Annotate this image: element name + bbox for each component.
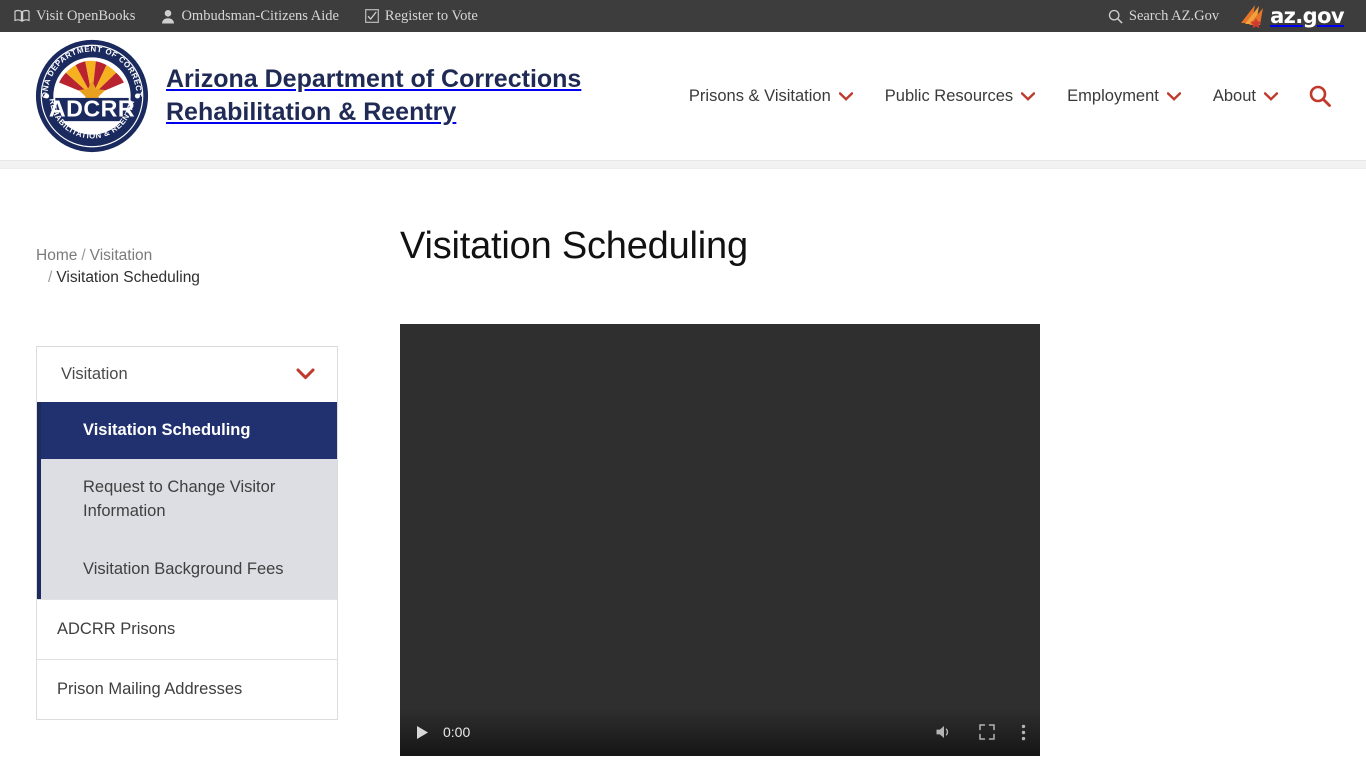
breadcrumb-current: Visitation Scheduling	[56, 269, 200, 287]
fullscreen-icon	[979, 724, 995, 740]
open-book-icon	[14, 9, 30, 23]
more-options-button[interactable]	[1021, 724, 1026, 741]
utility-right-group: Search AZ.Gov az.gov	[1108, 0, 1354, 32]
chevron-down-icon	[1166, 87, 1182, 106]
fullscreen-button[interactable]	[979, 724, 995, 740]
nav-item-about[interactable]: About	[1197, 79, 1294, 114]
left-column: Home / Visitation / Visitation Scheduling V…	[0, 169, 368, 756]
page-title: Visitation Scheduling	[400, 225, 748, 267]
azgov-wordmark: az.gov	[1270, 4, 1345, 28]
chevron-down-icon	[1263, 87, 1279, 106]
breadcrumb-visitation[interactable]: Visitation	[90, 247, 153, 264]
video-controls-right	[935, 724, 1026, 741]
play-icon	[416, 725, 429, 740]
sidebar-menu: Visitation Visitation Scheduling Request…	[36, 345, 338, 720]
site-title-line2: Rehabilitation & Reentry	[166, 98, 457, 126]
arizona-star-icon	[1239, 3, 1269, 29]
breadcrumb-separator: /	[48, 269, 53, 287]
search-azgov-link[interactable]: Search AZ.Gov	[1108, 8, 1219, 25]
adcrr-seal-logo: ADCRR ARIZONA DEPARTMENT OF CORRECTIONS …	[31, 31, 150, 154]
main-column: Visitation Scheduling 0:00	[368, 169, 1366, 756]
nav-item-label: Prisons & Visitation	[688, 86, 831, 105]
person-icon	[161, 9, 175, 24]
video-current-time: 0:00	[443, 724, 471, 740]
nav-item-label: About	[1212, 86, 1256, 105]
sidebar-item-prison-mailing-addresses[interactable]: Prison Mailing Addresses	[37, 658, 337, 719]
site-title-line1: Arizona Department of Corrections	[166, 65, 582, 93]
sidebar-item-adcrr-prisons[interactable]: ADCRR Prisons	[37, 598, 337, 659]
page-body: Home / Visitation / Visitation Scheduling V…	[0, 169, 1366, 756]
search-azgov-label: Search AZ.Gov	[1128, 7, 1220, 24]
utility-link-openbooks[interactable]: Visit OpenBooks	[14, 8, 135, 25]
header-bottom-rule	[0, 160, 1366, 169]
video-player[interactable]: 0:00	[400, 324, 1040, 756]
header-search-button[interactable]	[1294, 76, 1342, 116]
utility-links: Visit OpenBooks Ombudsman-Citizens Aide …	[14, 8, 504, 25]
sidebar-item-visitation-background-fees[interactable]: Visitation Background Fees	[41, 541, 337, 599]
breadcrumb: Home / Visitation / Visitation Scheduling	[36, 169, 336, 290]
nav-item-public-resources[interactable]: Public Resources	[869, 79, 1051, 114]
breadcrumb-line-2: / Visitation Scheduling	[36, 267, 336, 289]
azgov-logo[interactable]: az.gov	[1235, 0, 1354, 32]
utility-link-label: Visit OpenBooks	[36, 7, 136, 24]
utility-link-register-to-vote[interactable]: Register to Vote	[365, 8, 478, 25]
utility-link-label: Ombudsman-Citizens Aide	[181, 7, 339, 24]
chevron-down-icon[interactable]	[296, 368, 315, 380]
breadcrumb-home[interactable]: Home	[36, 247, 77, 264]
volume-button[interactable]	[935, 724, 953, 740]
nav-item-label: Employment	[1067, 86, 1159, 105]
video-controls-bar: 0:00	[400, 708, 1040, 756]
sidebar-group-visitation[interactable]: Visitation	[37, 346, 337, 402]
play-button[interactable]	[416, 725, 429, 740]
sidebar-group-label: Visitation	[61, 364, 128, 383]
volume-mute-icon	[935, 724, 953, 740]
utility-link-label: Register to Vote	[384, 7, 478, 24]
sidebar-item-visitation-scheduling[interactable]: Visitation Scheduling	[41, 401, 337, 459]
sidebar-item-request-to-change-visitor-information[interactable]: Request to Change Visitor Information	[41, 459, 337, 541]
checkbox-check-icon	[365, 9, 379, 23]
utility-link-ombudsman[interactable]: Ombudsman-Citizens Aide	[161, 7, 339, 25]
chevron-down-icon	[1020, 87, 1036, 106]
chevron-down-icon	[838, 87, 853, 106]
utility-top-bar: Visit OpenBooks Ombudsman-Citizens Aide …	[0, 0, 1366, 32]
nav-item-prisons-visitation[interactable]: Prisons & Visitation	[673, 79, 869, 114]
more-options-icon	[1021, 724, 1026, 741]
breadcrumb-separator: /	[81, 247, 86, 264]
search-icon	[1308, 84, 1332, 108]
site-header: ADCRR ARIZONA DEPARTMENT OF CORRECTIONS …	[0, 31, 1366, 160]
search-icon	[1108, 9, 1123, 24]
site-title: Arizona Department of Corrections Rehabi…	[166, 63, 581, 129]
video-controls-left: 0:00	[416, 724, 470, 740]
sidebar-submenu: Visitation Scheduling Request to Change …	[37, 401, 337, 599]
main-navigation: Prisons & Visitation Public Resources Em…	[673, 76, 1342, 116]
nav-item-label: Public Resources	[884, 86, 1014, 105]
nav-item-employment[interactable]: Employment	[1051, 79, 1197, 114]
site-logo-link[interactable]: ADCRR ARIZONA DEPARTMENT OF CORRECTIONS …	[31, 31, 581, 154]
